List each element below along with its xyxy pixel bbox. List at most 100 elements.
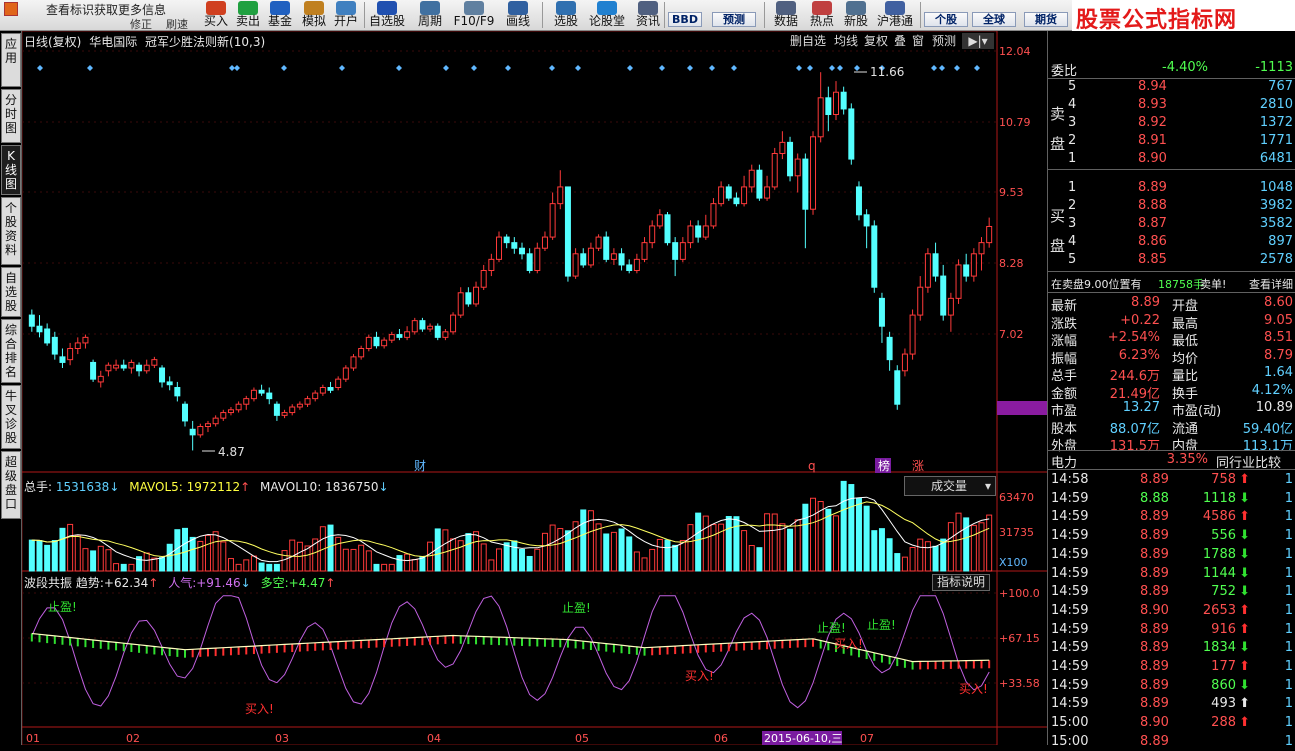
left-tab-2[interactable]: K线图 bbox=[1, 145, 21, 195]
left-tab-3[interactable]: 个股资料 bbox=[1, 197, 21, 265]
candle-body bbox=[855, 186, 862, 216]
chart-title: 日线(复权) 华电国际 冠军少胜法则新(10,3) bbox=[24, 33, 269, 50]
tick-volume: 860 bbox=[1211, 677, 1236, 693]
toolbar-button-13[interactable]: 热点 bbox=[806, 1, 838, 30]
overlay-button[interactable]: 叠 bbox=[894, 33, 906, 49]
left-tab-7[interactable]: 超级盘口 bbox=[1, 451, 21, 519]
signal-diamond-icon bbox=[731, 65, 737, 71]
volume-bar bbox=[105, 549, 112, 572]
volume-bar bbox=[235, 563, 242, 572]
toolbar-button-6[interactable]: 周期 bbox=[412, 1, 448, 30]
stat-value: +0.22 bbox=[1120, 312, 1160, 328]
toolbar-button-label: 沪港通 bbox=[876, 14, 913, 28]
toolbar-button-7[interactable]: F10/F9 bbox=[452, 1, 496, 30]
tip-sub-2[interactable]: 刷速 bbox=[166, 16, 188, 32]
indicator-help-button[interactable]: 指标说明 bbox=[932, 574, 990, 591]
volume-bar bbox=[404, 553, 411, 572]
candle-body bbox=[748, 169, 755, 188]
chart-canvas[interactable]: 12.0410.799.538.287.025.6511.664.87财q榜涨6… bbox=[22, 31, 1047, 745]
tick-time: 14:59 bbox=[1051, 565, 1089, 581]
volume-indicator-dropdown[interactable]: 成交量 ▾ bbox=[904, 476, 996, 496]
committee-diff-value: -1113 bbox=[1255, 60, 1293, 75]
level-volume: 2578 bbox=[1259, 252, 1293, 267]
ma-button[interactable]: 均线 bbox=[834, 33, 858, 49]
toolbar-button-11[interactable]: 资讯 bbox=[632, 1, 664, 30]
bbd-button[interactable]: BBD bbox=[668, 12, 702, 27]
tick-row: 14:59 8.89 177 ⬆ 1 bbox=[1048, 658, 1295, 676]
remove-watchlist-button[interactable]: 删自选 bbox=[790, 33, 826, 49]
volume-bar bbox=[281, 550, 288, 572]
adjust-button[interactable]: 复权 bbox=[864, 33, 888, 49]
candle-body bbox=[534, 247, 541, 272]
volume-bar bbox=[832, 515, 839, 572]
indicator-name: 波段共振 bbox=[24, 576, 73, 590]
candle-body bbox=[526, 253, 533, 272]
tick-row: 15:00 8.90 288 ⬆ 1 bbox=[1048, 714, 1295, 732]
stat-row: 涨幅 +2.54% 最低 8.51 bbox=[1048, 329, 1295, 349]
buy-button[interactable]: 买入 bbox=[200, 1, 232, 30]
trend-label: 趋势: bbox=[75, 576, 104, 590]
indicator-signal-label: 止盈! bbox=[48, 600, 77, 614]
toolbar-button-9[interactable]: 选股 bbox=[550, 1, 582, 30]
price-axis-label: 7.02 bbox=[999, 328, 1024, 341]
volume-bar bbox=[174, 529, 181, 572]
volume-bar bbox=[496, 548, 503, 572]
pen-icon bbox=[508, 1, 528, 15]
candle-body bbox=[204, 423, 211, 427]
toolbar-button-15[interactable]: 沪港通 bbox=[874, 1, 916, 30]
toolbar-button-10[interactable]: 论股堂 bbox=[586, 1, 628, 30]
stat-row: 市盈 13.27 市盈(动) 10.89 bbox=[1048, 399, 1295, 419]
toolbar-button-12[interactable]: 数据 bbox=[770, 1, 802, 30]
futures-button[interactable]: 期货 bbox=[1024, 12, 1068, 27]
toolbar-button-1[interactable]: 卖出 bbox=[232, 1, 264, 30]
volume-bar bbox=[725, 516, 732, 572]
candle-body bbox=[756, 169, 763, 199]
window-button[interactable]: 窗 bbox=[912, 33, 924, 49]
left-tab-5[interactable]: 综合排名 bbox=[1, 319, 21, 383]
left-tab-1[interactable]: 分时图 bbox=[1, 89, 21, 143]
global-button[interactable]: 全球 bbox=[972, 12, 1016, 27]
volume-axis-label: 31735 bbox=[999, 526, 1034, 539]
down-arrow-icon: ⬇ bbox=[1239, 565, 1250, 581]
committee-ratio-label: 委比 bbox=[1051, 64, 1078, 79]
signal-diamond-icon bbox=[837, 65, 843, 71]
indicator-axis-label: +67.15 bbox=[999, 632, 1040, 645]
tick-row: 14:59 8.88 1118 ⬇ 1 bbox=[1048, 490, 1295, 508]
candle-body bbox=[932, 253, 939, 277]
tick-volume: 752 bbox=[1211, 584, 1236, 600]
kline-chart-area[interactable]: 12.0410.799.538.287.025.6511.664.87财q榜涨6… bbox=[22, 31, 1047, 745]
panel-toggle-icon[interactable]: ▶|▾ bbox=[962, 33, 994, 49]
left-tab-6[interactable]: 牛叉诊股 bbox=[1, 385, 21, 449]
candle-body bbox=[587, 247, 594, 266]
toolbar-button-3[interactable]: 模拟 bbox=[298, 1, 330, 30]
toolbar-button-8[interactable]: 画线 bbox=[500, 1, 536, 30]
left-tab-0[interactable]: 应用 bbox=[1, 33, 21, 87]
tick-price: 8.90 bbox=[1140, 602, 1169, 618]
candle-body bbox=[488, 258, 495, 272]
tick-count: 1 bbox=[1284, 677, 1293, 693]
volume-bar bbox=[748, 545, 755, 572]
signal-diamond-icon bbox=[854, 65, 860, 71]
toolbar-button-14[interactable]: 新股 bbox=[840, 1, 872, 30]
candle-body bbox=[36, 325, 43, 333]
stock-button[interactable]: 个股 bbox=[924, 12, 968, 27]
candle-body bbox=[319, 387, 326, 394]
tip-sub-1[interactable]: 修正 bbox=[130, 16, 152, 32]
toolbar-button-4[interactable]: 开户 bbox=[330, 1, 362, 30]
predict-button[interactable]: 预测 bbox=[932, 33, 956, 49]
signal-diamond-icon bbox=[796, 65, 802, 71]
forecast-button[interactable]: 预测 bbox=[712, 12, 756, 27]
volume-bar bbox=[243, 559, 250, 572]
chart-indicator-name[interactable]: 冠军少胜法则新(10,3) bbox=[145, 35, 265, 49]
toolbar-button-5[interactable]: 自选股 bbox=[366, 1, 408, 30]
signal-diamond-icon bbox=[954, 65, 960, 71]
candle-body bbox=[718, 186, 725, 205]
volume-bar bbox=[963, 517, 970, 572]
chart-period[interactable]: 日线(复权) bbox=[24, 35, 81, 49]
volume-bar bbox=[143, 552, 150, 572]
toolbar-button-2[interactable]: 基金 bbox=[264, 1, 296, 30]
view-detail-link[interactable]: 查看详细 bbox=[1249, 276, 1293, 292]
left-tab-4[interactable]: 自选股 bbox=[1, 267, 21, 317]
indicator-legend: 波段共振 趋势:+62.34↑ 人气:+91.46↓ 多空:+4.47↑ bbox=[24, 574, 335, 591]
sell-level-row: 5 8.94 767 bbox=[1048, 78, 1295, 96]
